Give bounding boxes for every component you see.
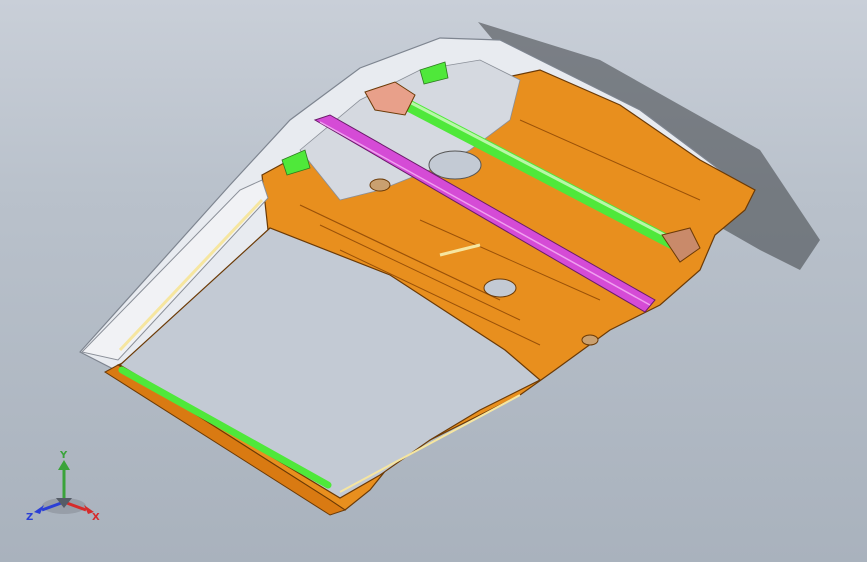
triad-z-label: Z — [26, 512, 33, 523]
triad-y-label: Y — [59, 450, 68, 461]
rear-hole — [428, 150, 482, 180]
panel-hole-3 — [581, 334, 599, 346]
triad-x-label: X — [92, 512, 100, 523]
cad-viewport[interactable]: Y X Z — [0, 0, 867, 562]
panel-hole-1 — [483, 278, 517, 298]
panel-hole-2 — [369, 178, 391, 192]
roof-assembly-model[interactable] — [0, 0, 867, 562]
coordinate-triad[interactable]: Y X Z — [22, 446, 112, 536]
triad-y-arrow — [58, 460, 70, 470]
